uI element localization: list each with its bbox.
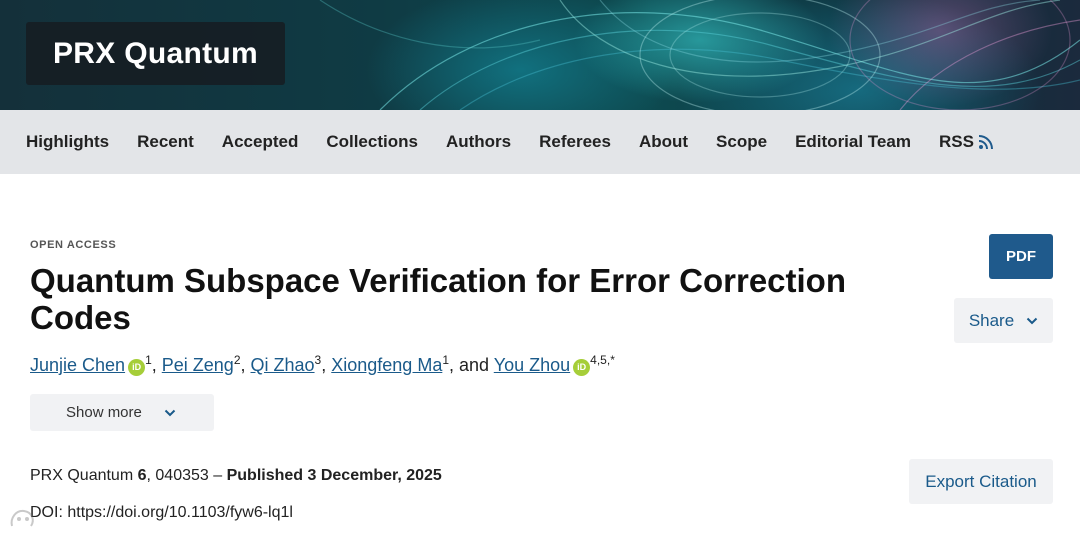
author-affiliation: 3 xyxy=(314,353,322,367)
nav-highlights[interactable]: Highlights xyxy=(26,132,109,152)
nav-editorial-team[interactable]: Editorial Team xyxy=(795,132,911,152)
doi-link[interactable]: https://doi.org/10.1103/fyw6-lq1l xyxy=(67,504,293,521)
author-affiliation: 1 xyxy=(145,353,152,367)
pdf-button[interactable]: PDF xyxy=(989,234,1053,279)
author-link[interactable]: Junjie Chen xyxy=(30,355,125,375)
article-number: , 040353 – xyxy=(146,467,223,484)
watermark-logo-icon xyxy=(10,509,34,527)
author-affiliation: 1 xyxy=(442,353,450,367)
author-list: Junjie Chen iD 1, Pei Zeng2, Qi Zhao3, Xio… xyxy=(30,353,615,376)
author-link[interactable]: Xiongfeng Ma xyxy=(331,355,442,375)
show-more-button[interactable]: Show more xyxy=(30,394,214,431)
nav-referees[interactable]: Referees xyxy=(539,132,611,152)
journal-logo-text: PRX Quantum xyxy=(53,36,258,70)
header-banner: PRX Quantum xyxy=(0,0,1080,110)
article-title: Quantum Subspace Verification for Error … xyxy=(30,262,846,336)
journal-name: PRX Quantum xyxy=(30,467,134,484)
orcid-icon[interactable]: iD xyxy=(128,359,146,376)
nav-authors[interactable]: Authors xyxy=(446,132,511,152)
author-link[interactable]: Qi Zhao xyxy=(251,355,315,375)
show-more-label: Show more xyxy=(66,404,142,421)
author-link[interactable]: Pei Zeng xyxy=(162,355,234,375)
journal-logo[interactable]: PRX Quantum xyxy=(26,22,285,85)
chevron-down-icon xyxy=(164,409,176,416)
author-affiliation: 2 xyxy=(233,353,241,367)
watermark xyxy=(8,506,38,532)
open-access-label: OPEN ACCESS xyxy=(30,239,117,251)
nav-about[interactable]: About xyxy=(639,132,688,152)
rss-icon xyxy=(978,135,993,150)
nav-rss[interactable]: RSS xyxy=(939,132,994,152)
export-citation-button[interactable]: Export Citation xyxy=(909,459,1053,504)
author-affiliation: 4,5,* xyxy=(590,353,615,367)
journal-citation: PRX Quantum 6, 040353 – Published 3 Dece… xyxy=(30,467,442,485)
orcid-icon[interactable]: iD xyxy=(573,359,591,376)
share-button[interactable]: Share xyxy=(954,298,1053,343)
share-label: Share xyxy=(968,310,1015,330)
doi-line: DOI: https://doi.org/10.1103/fyw6-lq1l xyxy=(30,504,293,522)
author-link[interactable]: You Zhou xyxy=(494,355,570,375)
nav-scope[interactable]: Scope xyxy=(716,132,767,152)
chevron-down-icon xyxy=(1026,317,1038,324)
nav-rss-label: RSS xyxy=(938,132,974,151)
published-date: Published 3 December, 2025 xyxy=(226,467,442,484)
nav-collections[interactable]: Collections xyxy=(326,132,418,152)
nav-recent[interactable]: Recent xyxy=(137,132,194,152)
main-nav: Highlights Recent Accepted Collections A… xyxy=(0,110,1080,174)
nav-accepted[interactable]: Accepted xyxy=(222,132,299,152)
volume-number: 6 xyxy=(137,467,147,484)
author-conjunction: and xyxy=(459,355,490,375)
